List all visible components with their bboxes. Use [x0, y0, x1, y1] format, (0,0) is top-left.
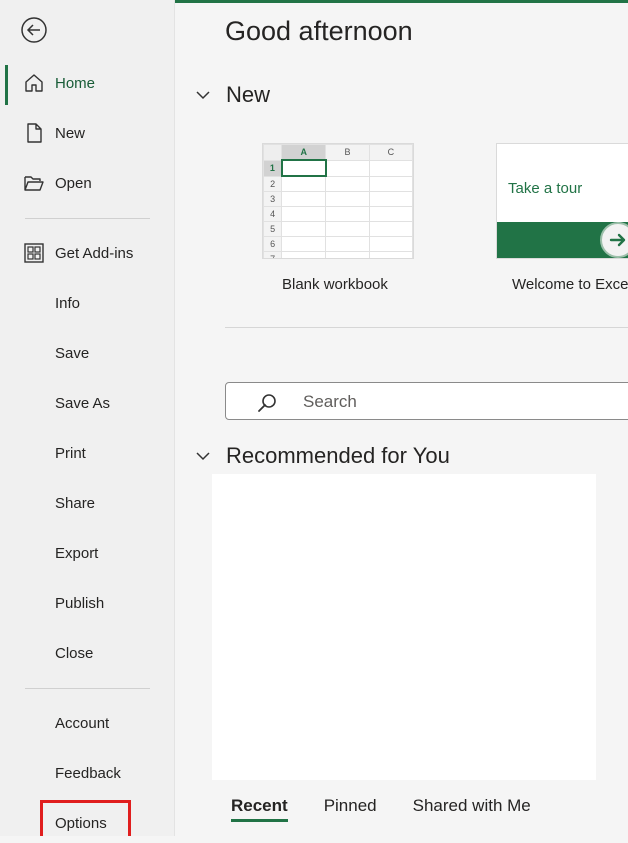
grid-cell: [281, 206, 327, 222]
spreadsheet-preview: A B C 1 2 3 4 5 6 7: [263, 144, 413, 258]
grid-corner: [263, 144, 283, 161]
row-header: 5: [263, 221, 283, 237]
grid-cell: [281, 236, 327, 252]
grid-cell: [368, 206, 413, 222]
grid-cell: [281, 175, 327, 192]
chevron-down-icon: [196, 452, 210, 461]
sidebar-item-info[interactable]: Info: [0, 283, 174, 323]
grid-cell: [325, 159, 370, 177]
row-header: 3: [263, 191, 283, 207]
template-thumbnail: Take a tour: [496, 143, 628, 259]
options-highlight-box: [40, 800, 131, 836]
row-header: 7: [263, 251, 283, 258]
recommended-section-header[interactable]: Recommended for You: [195, 443, 450, 469]
backstage-sidebar: Home New Open Get Add-ins Info Save Save…: [0, 0, 175, 836]
page-title: Good afternoon: [225, 16, 413, 46]
grid-cell: [368, 221, 413, 237]
row-header: 6: [263, 236, 283, 252]
sidebar-item-label: Save: [55, 344, 90, 362]
sidebar-item-export[interactable]: Export: [0, 533, 174, 573]
section-title: New: [226, 82, 271, 107]
tab-pinned[interactable]: Pinned: [324, 796, 377, 822]
sidebar-item-label: Get Add-ins: [55, 244, 134, 262]
tab-recent[interactable]: Recent: [231, 796, 288, 822]
sidebar-item-label: Save As: [55, 394, 111, 412]
template-blank-workbook[interactable]: A B C 1 2 3 4 5 6 7 Blank workbook: [262, 143, 414, 303]
open-folder-icon: [23, 172, 45, 194]
recommended-panel: [212, 474, 596, 780]
section-title: Recommended for You: [226, 443, 450, 468]
grid-cell: [281, 191, 327, 207]
sidebar-item-share[interactable]: Share: [0, 483, 174, 523]
grid-cell: [368, 159, 413, 177]
row-header: 1: [263, 159, 283, 177]
grid-cell: [325, 191, 370, 207]
sidebar-item-label: Publish: [55, 594, 105, 612]
sidebar-item-get-add-ins[interactable]: Get Add-ins: [0, 233, 174, 273]
back-button[interactable]: [20, 16, 48, 44]
back-arrow-icon: [21, 17, 47, 43]
backstage-home: Good afternoon New A B C 1 2 3 4 5 6 7 B…: [175, 3, 628, 836]
search-input[interactable]: [301, 390, 625, 414]
sidebar-item-home[interactable]: Home: [0, 63, 174, 105]
template-welcome-tour[interactable]: Take a tour Welcome to Exce: [496, 143, 628, 303]
sidebar-item-label: Home: [55, 74, 96, 92]
sidebar-item-label: Info: [55, 294, 81, 312]
column-header: B: [325, 144, 370, 161]
row-header: 4: [263, 206, 283, 222]
grid-cell: [325, 206, 370, 222]
grid-cell: [368, 251, 413, 258]
sidebar-item-label: Export: [55, 544, 99, 562]
sidebar-item-save[interactable]: Save: [0, 333, 174, 373]
sidebar-item-new[interactable]: New: [0, 113, 174, 153]
home-icon: [23, 72, 45, 94]
sidebar-item-publish[interactable]: Publish: [0, 583, 174, 623]
grid-cell: [368, 175, 413, 192]
arrow-right-icon: [600, 222, 628, 258]
grid-cell: [368, 236, 413, 252]
sidebar-divider: [25, 688, 150, 689]
sidebar-item-feedback[interactable]: Feedback: [0, 753, 174, 793]
column-header: C: [368, 144, 413, 161]
grid-cell: [325, 175, 370, 192]
new-document-icon: [23, 122, 45, 144]
sidebar-item-print[interactable]: Print: [0, 433, 174, 473]
sidebar-item-save-as[interactable]: Save As: [0, 383, 174, 423]
tab-shared-with-me[interactable]: Shared with Me: [413, 796, 531, 822]
sidebar-divider: [25, 218, 150, 219]
sidebar-item-account[interactable]: Account: [0, 703, 174, 743]
column-header: A: [281, 144, 327, 161]
grid-cell: [368, 191, 413, 207]
sidebar-item-label: New: [55, 124, 86, 142]
template-thumbnail: A B C 1 2 3 4 5 6 7: [262, 143, 414, 259]
grid-cell: [280, 159, 327, 177]
sidebar-item-label: Feedback: [55, 764, 121, 782]
search-box[interactable]: [225, 382, 628, 420]
tour-thumb-text: Take a tour: [508, 180, 583, 197]
sidebar-item-label: Share: [55, 494, 96, 512]
chevron-down-icon: [196, 91, 210, 100]
sidebar-item-open[interactable]: Open: [0, 163, 174, 203]
section-divider: [225, 327, 628, 328]
template-caption: Welcome to Exce: [512, 276, 628, 293]
add-ins-grid-icon: [23, 242, 45, 264]
file-list-tabs: Recent Pinned Shared with Me: [231, 796, 567, 822]
sidebar-item-label: Close: [55, 644, 94, 662]
grid-cell: [325, 236, 370, 252]
search-icon: [258, 394, 276, 412]
sidebar-item-label: Account: [55, 714, 110, 732]
grid-cell: [325, 251, 370, 258]
grid-cell: [281, 251, 327, 258]
row-header: 2: [263, 175, 283, 192]
grid-cell: [325, 221, 370, 237]
template-caption: Blank workbook: [282, 276, 388, 293]
sidebar-item-close[interactable]: Close: [0, 633, 174, 673]
grid-cell: [281, 221, 327, 237]
new-section-header[interactable]: New: [195, 82, 270, 108]
sidebar-item-label: Print: [55, 444, 86, 462]
sidebar-item-label: Open: [55, 174, 92, 192]
